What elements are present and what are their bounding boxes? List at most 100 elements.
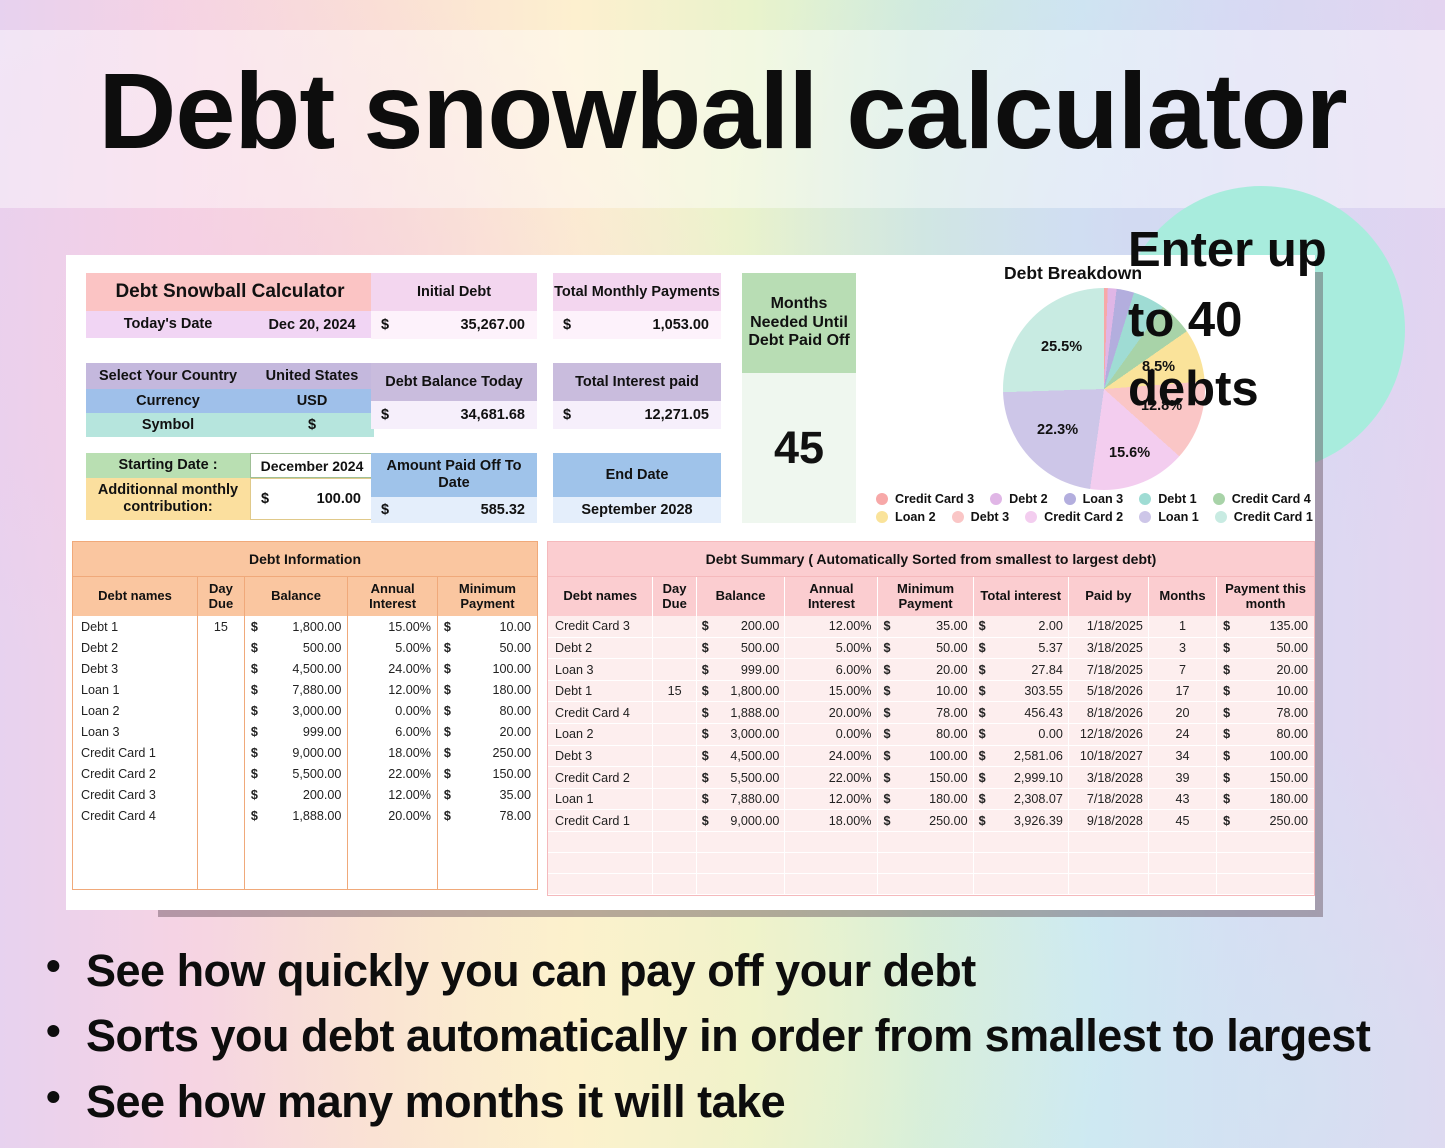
table-cell: $80.00 xyxy=(877,723,974,746)
col-debt-names: Debt names xyxy=(548,577,654,617)
table-cell xyxy=(197,637,245,659)
table-row[interactable]: Debt 1 15 $1,800.00 15.00% $10.00 xyxy=(73,616,537,638)
currency-label: Currency xyxy=(86,389,250,413)
table-cell xyxy=(437,868,537,889)
legend-label: Loan 2 xyxy=(895,510,936,524)
months-needed-value: 45 xyxy=(742,373,856,523)
table-cell: 12.00% xyxy=(784,788,879,811)
table-row[interactable]: Debt 3 $4,500.00 24.00% $100.00 $2,581.06… xyxy=(548,745,1314,768)
table-row-empty[interactable] xyxy=(73,847,537,869)
debt-summary-table: Debt Summary ( Automatically Sorted from… xyxy=(547,541,1315,897)
table-cell: $5.37 xyxy=(973,637,1069,660)
table-cell xyxy=(1068,852,1149,875)
paid-off-label: Amount Paid Off To Date xyxy=(371,453,537,497)
pie-label-15-6: 15.6% xyxy=(1109,445,1151,461)
pie-label-22-3: 22.3% xyxy=(1037,422,1079,438)
todays-date-value[interactable]: Dec 20, 2024 xyxy=(250,311,374,338)
table-row[interactable]: Credit Card 4 $1,888.00 20.00% $78.00 xyxy=(73,805,537,827)
legend-label: Debt 3 xyxy=(970,510,1010,524)
table-row[interactable]: Credit Card 3 $200.00 12.00% $35.00 $2.00… xyxy=(548,616,1314,638)
table-row[interactable]: Loan 1 $7,880.00 12.00% $180.00 $2,308.07… xyxy=(548,788,1314,811)
table-cell: $50.00 xyxy=(1216,637,1314,660)
table-row-empty[interactable] xyxy=(548,831,1314,854)
table-row[interactable]: Credit Card 2 $5,500.00 22.00% $150.00 $2… xyxy=(548,766,1314,789)
table-cell: 34 xyxy=(1148,745,1218,768)
legend-row-1: Credit Card 3 Debt 2 Loan 3 Debt 1 Credi… xyxy=(876,490,1315,508)
table-cell: Debt 1 xyxy=(73,616,199,638)
table-row[interactable]: Loan 3 $999.00 6.00% $20.00 $27.84 7/18/20… xyxy=(548,658,1314,681)
extra-contribution-value[interactable]: $ 100.00 xyxy=(250,478,374,520)
symbol-label: Symbol xyxy=(86,413,250,437)
table-cell: $10.00 xyxy=(1216,680,1314,703)
table-cell: Credit Card 1 xyxy=(548,809,654,833)
table-cell xyxy=(73,868,199,890)
table-cell xyxy=(973,873,1069,896)
table-cell: $500.00 xyxy=(244,637,349,659)
table-row[interactable]: Credit Card 1 $9,000.00 18.00% $250.00 $3… xyxy=(548,809,1314,833)
legend-row-2: Loan 2 Debt 3 Credit Card 2 Loan 1 Credi… xyxy=(876,508,1315,526)
table-cell: $2.00 xyxy=(973,616,1069,638)
table-cell: $80.00 xyxy=(443,703,531,718)
table-row-empty[interactable] xyxy=(548,873,1314,896)
legend-swatch-icon xyxy=(1212,493,1225,505)
table-row[interactable]: Debt 3 $4,500.00 24.00% $100.00 xyxy=(73,658,537,680)
table-cell xyxy=(197,826,245,848)
table-row[interactable]: Debt 2 $500.00 5.00% $50.00 xyxy=(73,637,537,659)
table-row[interactable]: Credit Card 4 $1,888.00 20.00% $78.00 $45… xyxy=(548,701,1314,725)
table-cell xyxy=(652,852,697,875)
table-cell: $3,926.39 xyxy=(973,809,1069,833)
table-row[interactable]: Debt 2 $500.00 5.00% $50.00 $5.37 3/18/202… xyxy=(548,637,1314,660)
col-day-due: Day Due xyxy=(652,577,697,617)
legend-item: Loan 2 xyxy=(876,510,936,524)
table-cell: 7 xyxy=(1148,658,1218,681)
table-row[interactable]: Debt 1 15 $1,800.00 15.00% $10.00 $303.55 5… xyxy=(548,680,1314,703)
table-cell: 3 xyxy=(1148,637,1218,660)
table-cell: 18.00% xyxy=(347,742,438,764)
table-cell xyxy=(73,847,199,869)
paid-off-symbol: $ xyxy=(381,502,390,518)
currency-value: USD xyxy=(250,389,374,413)
table-cell: 5.00% xyxy=(347,637,438,659)
legend-label: Credit Card 2 xyxy=(1044,510,1124,524)
table-row-empty[interactable] xyxy=(73,826,537,848)
table-cell: $1,800.00 xyxy=(244,616,349,638)
debt-summary-body: Credit Card 3 $200.00 12.00% $35.00 $2.00… xyxy=(548,616,1314,896)
table-row[interactable]: Credit Card 1 $9,000.00 18.00% $250.00 xyxy=(73,742,537,764)
table-cell: Debt 2 xyxy=(548,637,654,660)
table-row[interactable]: Loan 2 $3,000.00 0.00% $80.00 xyxy=(73,700,537,722)
table-cell: 20.00% xyxy=(784,701,879,725)
table-row[interactable]: Credit Card 3 $200.00 12.00% $35.00 xyxy=(73,784,537,806)
table-cell xyxy=(784,852,879,875)
table-row[interactable]: Loan 1 $7,880.00 12.00% $180.00 xyxy=(73,679,537,701)
todays-date-label: Today's Date xyxy=(86,311,250,338)
table-row-empty[interactable] xyxy=(73,868,537,890)
table-cell xyxy=(197,700,245,722)
total-monthly-symbol: $ xyxy=(563,317,572,333)
table-row[interactable]: Credit Card 2 $5,500.00 22.00% $150.00 xyxy=(73,763,537,785)
debt-information-header: Debt names Day Due Balance Annual Intere… xyxy=(73,577,537,617)
legend-label: Loan 1 xyxy=(1158,510,1199,524)
starting-date-value[interactable]: December 2024 xyxy=(250,453,374,478)
table-cell: $303.55 xyxy=(973,680,1069,703)
table-cell: 20.00% xyxy=(347,805,438,827)
table-cell: $27.84 xyxy=(973,658,1069,681)
table-cell xyxy=(652,616,697,638)
legend-label: Credit Card 3 xyxy=(895,492,975,506)
table-cell: 43 xyxy=(1148,788,1218,811)
table-cell xyxy=(877,831,974,854)
table-row[interactable]: Loan 2 $3,000.00 0.00% $80.00 $0.00 12/18/… xyxy=(548,723,1314,746)
table-cell: 10/18/2027 xyxy=(1068,745,1149,768)
table-cell xyxy=(244,826,349,848)
table-cell: $20.00 xyxy=(877,658,974,681)
table-cell xyxy=(696,873,786,896)
table-cell xyxy=(347,826,438,848)
table-cell: Credit Card 4 xyxy=(548,701,654,725)
country-value[interactable]: United States xyxy=(250,363,374,389)
table-row[interactable]: Loan 3 $999.00 6.00% $20.00 xyxy=(73,721,537,743)
table-cell: $3,000.00 xyxy=(696,723,786,746)
legend-item: Debt 2 xyxy=(990,492,1048,506)
table-row-empty[interactable] xyxy=(548,852,1314,875)
table-cell: 1 xyxy=(1148,616,1218,638)
initial-debt-symbol: $ xyxy=(381,317,390,333)
table-cell: Credit Card 3 xyxy=(73,784,199,806)
